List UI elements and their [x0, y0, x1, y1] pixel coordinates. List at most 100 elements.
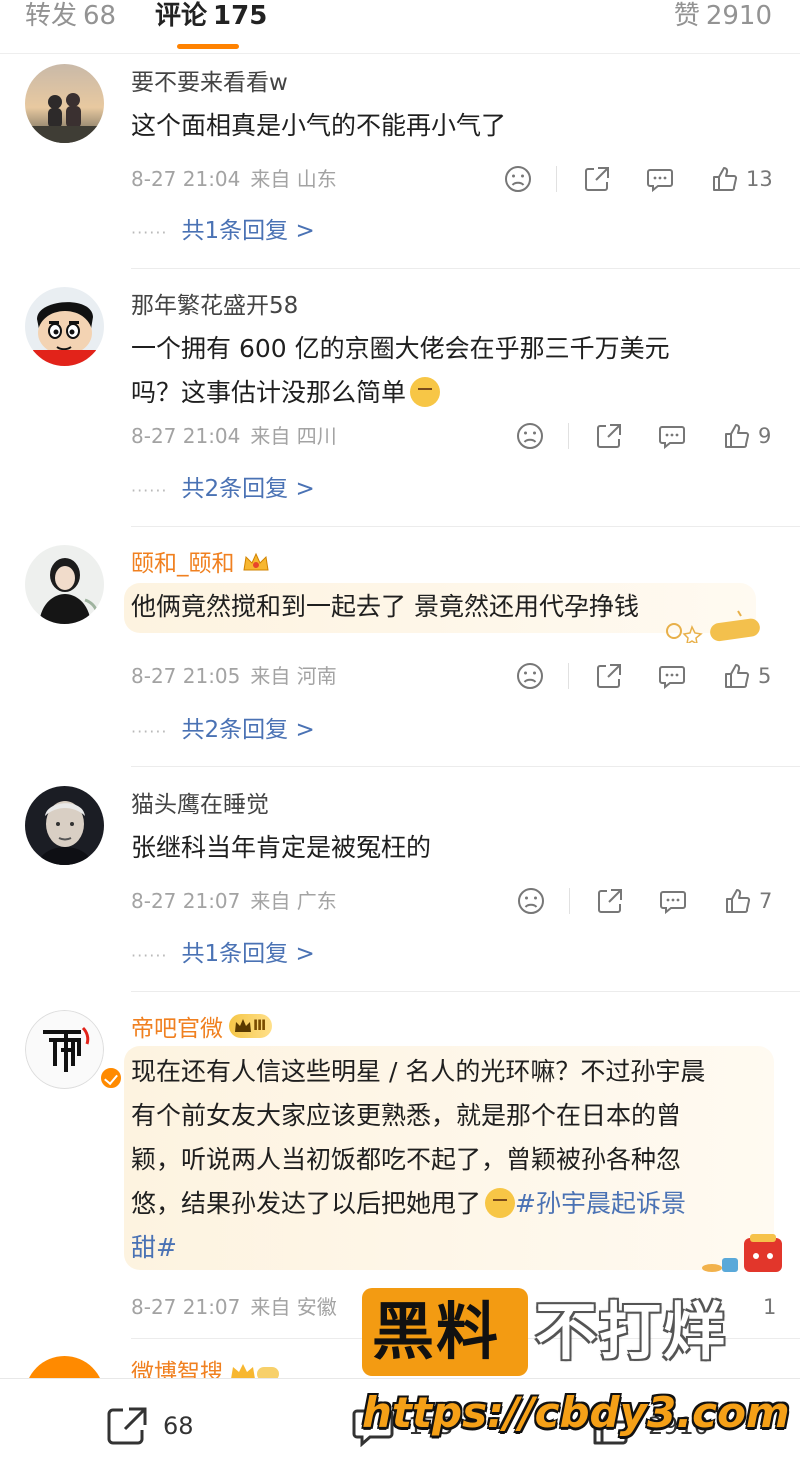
dislike-button[interactable] — [516, 884, 546, 918]
comment-text: 现在还有人信这些明星 / 名人的光环嘛？不过孙宇晨 有个前女友大家应该更熟悉，就… — [131, 1050, 771, 1270]
avatar[interactable] — [25, 786, 104, 865]
comment-meta: 8-27 21:04 来自 四川 — [131, 422, 337, 450]
dislike-button[interactable] — [503, 162, 533, 196]
like-button[interactable]: 13 — [710, 162, 773, 196]
tab-repost[interactable]: 转发 68 — [25, 0, 116, 32]
reply-dots: ······ — [131, 223, 168, 242]
reply-count-label: 共2条回复 > — [181, 717, 315, 743]
verified-badge-icon — [99, 1066, 123, 1090]
tab-comment[interactable]: 评论 175 — [155, 0, 267, 32]
share-button[interactable] — [594, 419, 624, 453]
reply-dots: ······ — [131, 946, 168, 965]
share-button[interactable] — [582, 162, 612, 196]
tab-like[interactable]: 赞 2910 — [674, 0, 772, 32]
view-replies-link[interactable]: ······ 共2条回复 > — [131, 474, 315, 506]
comment-button[interactable] — [645, 162, 675, 196]
username[interactable]: 帝吧官微 Ⅲ — [131, 1014, 273, 1044]
comment-icon — [660, 891, 686, 915]
comment-location: 来自 广东 — [250, 889, 337, 913]
watermark-brand-right: 不打烊 — [535, 1295, 728, 1368]
username-text: 颐和_颐和 — [131, 551, 235, 577]
avatar[interactable] — [25, 1010, 123, 1090]
hashtag-link[interactable]: #孙宇晨起诉景 — [515, 1189, 686, 1218]
like-count: 9 — [758, 424, 772, 448]
comment-location: 来自 安徽 — [250, 1295, 337, 1319]
comment-text-line: 这个面相真是小气的不能再小气了 — [131, 111, 507, 140]
comment-actions: 13 — [500, 162, 790, 196]
comment-icon — [659, 426, 685, 450]
like-button[interactable]: 9 — [722, 419, 771, 453]
tab-comment-label: 评论 — [155, 1, 208, 31]
tab-repost-label: 转发 — [25, 1, 78, 31]
reply-count-label: 共2条回复 > — [181, 476, 315, 502]
comment-text: 这个面相真是小气的不能再小气了 — [131, 104, 771, 148]
comment-text-line: 吗？这事估计没那么简单 — [131, 371, 771, 415]
dislike-icon — [517, 663, 543, 689]
like-count: 1 — [763, 1295, 777, 1319]
username[interactable]: 颐和_颐和 — [131, 549, 271, 582]
comment-text: 张继科当年肯定是被冤枉的 — [131, 826, 771, 870]
avatar[interactable] — [25, 64, 104, 143]
like-button[interactable]: 1 — [757, 1290, 776, 1324]
share-icon — [597, 664, 621, 688]
like-button[interactable]: 5 — [722, 659, 771, 693]
avatar[interactable] — [25, 545, 104, 624]
like-button[interactable]: 7 — [723, 884, 772, 918]
repost-button[interactable]: 68 — [105, 1405, 194, 1447]
bubble-decoration-icon — [700, 1232, 786, 1276]
dislike-icon — [505, 166, 531, 192]
view-replies-link[interactable]: ······ 共1条回复 > — [131, 216, 315, 248]
shush-emoji-icon — [410, 377, 441, 407]
like-count: 13 — [746, 167, 773, 191]
reply-dots: ······ — [131, 722, 168, 741]
share-icon — [585, 167, 609, 191]
member-badge-icon — [241, 550, 271, 582]
vip-level-badge: Ⅲ — [229, 1014, 273, 1038]
tab-repost-count: 68 — [83, 1, 117, 31]
comment-actions: 5 — [512, 659, 800, 693]
comment-icon — [647, 169, 673, 193]
repost-icon — [107, 1407, 147, 1445]
comment-divider — [131, 766, 800, 767]
dislike-button[interactable] — [515, 419, 545, 453]
watermark-url: https://cbdy3.com — [362, 1388, 790, 1437]
comment-button[interactable] — [658, 884, 688, 918]
comment-location: 来自 河南 — [250, 664, 337, 688]
comment-text-segment: 吗？这事估计没那么简单 — [131, 378, 407, 407]
repost-count: 68 — [163, 1412, 194, 1440]
action-divider — [568, 663, 569, 689]
comment-divider — [131, 991, 800, 992]
view-replies-link[interactable]: ······ 共2条回复 > — [131, 715, 315, 747]
username[interactable]: 要不要来看看w — [131, 68, 288, 98]
thumb-up-icon — [726, 889, 751, 913]
comment-text-line: 一个拥有 600 亿的京圈大佬会在乎那三千万美元 — [131, 334, 670, 363]
share-button[interactable] — [594, 659, 624, 693]
comment-text-line: 颖，听说两人当初饭都吃不起了，曾颖被孙各种忽 — [131, 1145, 682, 1174]
comment-meta: 8-27 21:05 来自 河南 — [131, 662, 337, 690]
username[interactable]: 猫头鹰在睡觉 — [131, 790, 269, 820]
comment-button[interactable] — [657, 419, 687, 453]
comment-date: 8-27 21:07 — [131, 889, 241, 913]
comment-text-line: 甜# — [131, 1226, 771, 1270]
dislike-button[interactable] — [515, 659, 545, 693]
share-icon — [598, 889, 622, 913]
like-count: 5 — [758, 664, 772, 688]
thumb-up-icon — [725, 664, 750, 688]
comment-text-line: 现在还有人信这些明星 / 名人的光环嘛？不过孙宇晨 — [131, 1057, 706, 1086]
username[interactable]: 那年繁花盛开58 — [131, 291, 298, 321]
share-icon — [597, 424, 621, 448]
tab-like-count: 2910 — [705, 1, 772, 31]
view-replies-link[interactable]: ······ 共1条回复 > — [131, 939, 315, 971]
vip-level-text: Ⅲ — [253, 1018, 267, 1034]
comment-button[interactable] — [657, 659, 687, 693]
comment-divider — [131, 268, 800, 269]
share-button[interactable] — [595, 884, 625, 918]
comment-date: 8-27 21:07 — [131, 1295, 241, 1319]
avatar[interactable] — [25, 287, 104, 366]
hashtag-link-continued[interactable]: 甜# — [131, 1233, 177, 1262]
comment-location: 来自 山东 — [250, 167, 337, 191]
tab-comment-count: 175 — [213, 1, 268, 31]
reply-dots: ······ — [131, 481, 168, 500]
crying-emoji-icon — [485, 1188, 516, 1218]
comment-text-segment: 悠，结果孙发达了以后把她甩了 — [131, 1189, 482, 1218]
